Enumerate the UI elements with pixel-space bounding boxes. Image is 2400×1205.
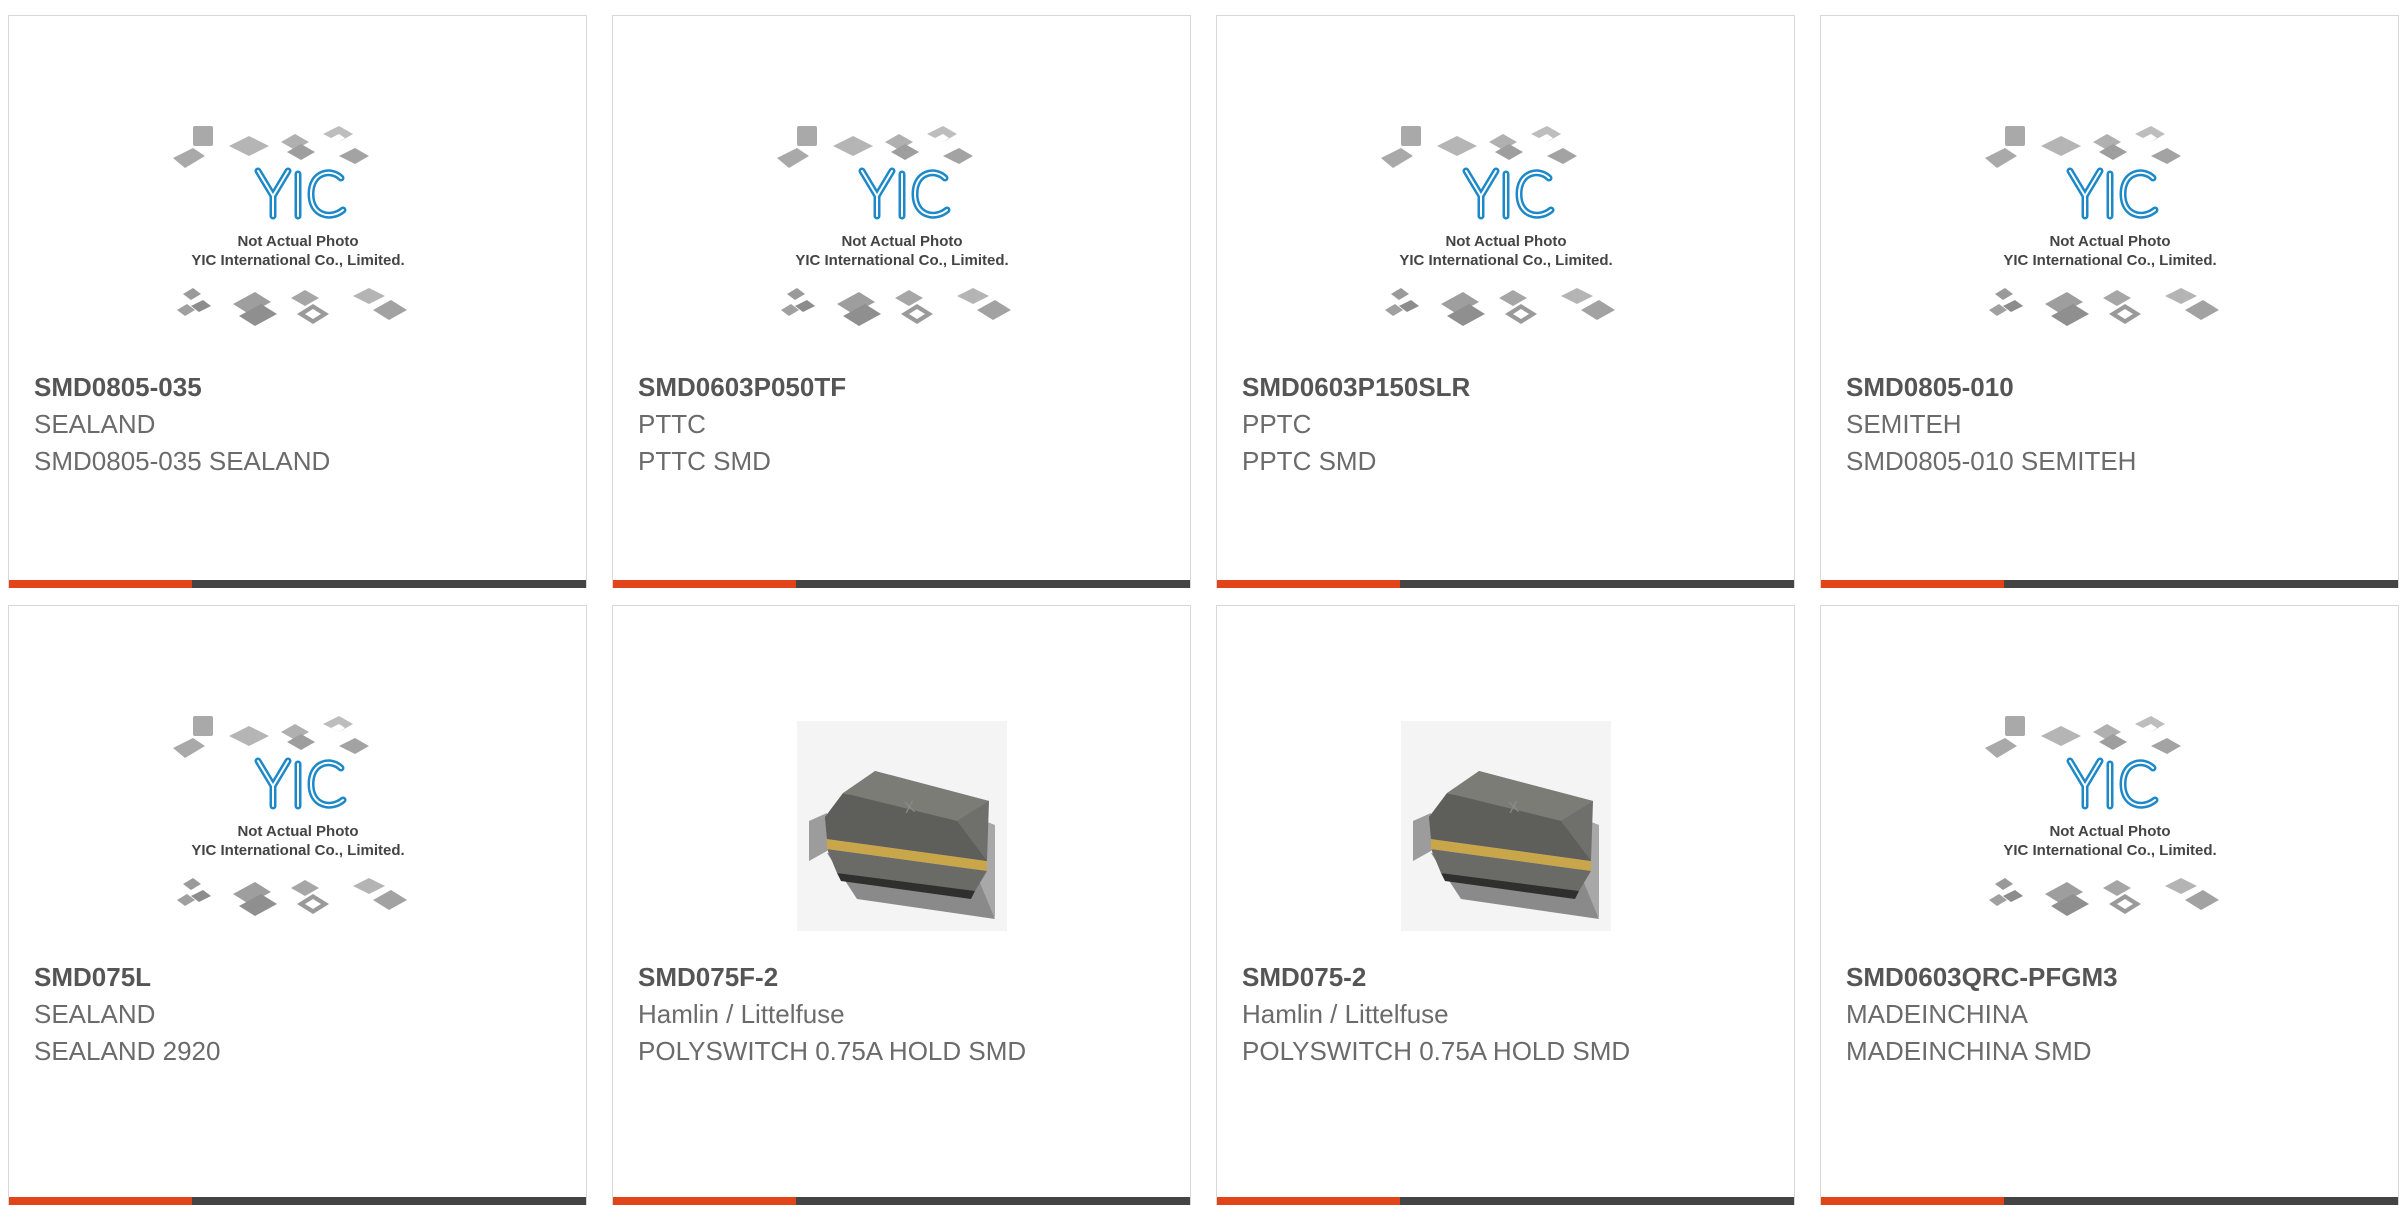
placeholder-caption: Not Actual Photo [841,233,962,250]
part-number[interactable]: SMD075-2 [1242,962,1366,993]
placeholder-caption: Not Actual Photo [1445,233,1566,250]
placeholder-company: YIC International Co., Limited. [795,252,1008,269]
manufacturer: SEMITEH [1846,409,1962,439]
polyswitch-chip-icon: X [1400,721,1611,931]
placeholder-icon: Not Actual Photo YIC International Co., … [1984,126,2219,326]
manufacturer: MADEINCHINA [1846,999,2029,1029]
accent-stripe [1217,1197,1400,1205]
product-image[interactable]: Not Actual Photo YIC International Co., … [9,696,586,956]
dark-stripe [796,580,1190,588]
description: POLYSWITCH 0.75A HOLD SMD [638,1036,1027,1066]
product-card[interactable]: X SMD075F-2 Hamlin / Littelfuse POLYSWITCH… [612,605,1191,1205]
manufacturer: PTTC [638,409,706,439]
product-card[interactable]: Not Actual Photo YIC International Co., … [8,15,587,588]
placeholder-caption: Not Actual Photo [237,233,358,250]
placeholder-company: YIC International Co., Limited. [191,842,404,859]
product-card[interactable]: Not Actual Photo YIC International Co., … [612,15,1191,588]
card-bottom-bar [1217,1197,1794,1205]
card-bottom-bar [9,1197,586,1205]
part-number[interactable]: SMD075L [34,962,151,993]
placeholder-icon: Not Actual Photo YIC International Co., … [172,716,407,916]
description: SEALAND 2920 [34,1036,221,1066]
manufacturer: PPTC [1242,409,1312,439]
dark-stripe [1400,1197,1794,1205]
card-bottom-bar [613,1197,1190,1205]
manufacturer: Hamlin / Littelfuse [1242,999,1449,1029]
placeholder-icon: Not Actual Photo YIC International Co., … [776,126,1011,326]
card-bottom-bar [1217,580,1794,588]
dark-stripe [2004,1197,2398,1205]
description: MADEINCHINA SMD [1846,1036,2092,1066]
placeholder-company: YIC International Co., Limited. [2003,842,2216,859]
product-image[interactable]: X [613,696,1190,956]
accent-stripe [1217,580,1400,588]
placeholder-caption: Not Actual Photo [2049,823,2170,840]
accent-stripe [1821,580,2004,588]
card-bottom-bar [1821,580,2398,588]
part-number[interactable]: SMD0805-035 [34,372,202,403]
card-bottom-bar [613,580,1190,588]
description: PTTC SMD [638,446,771,476]
placeholder-icon: Not Actual Photo YIC International Co., … [1984,716,2219,916]
product-card[interactable]: Not Actual Photo YIC International Co., … [1820,605,2399,1205]
product-card[interactable]: X SMD075-2 Hamlin / Littelfuse POLYSWITCH … [1216,605,1795,1205]
product-card[interactable]: Not Actual Photo YIC International Co., … [1820,15,2399,588]
manufacturer: SEALAND [34,999,156,1029]
part-number[interactable]: SMD0805-010 [1846,372,2014,403]
placeholder-caption: Not Actual Photo [237,823,358,840]
description: POLYSWITCH 0.75A HOLD SMD [1242,1036,1631,1066]
description: SMD0805-035 SEALAND [34,446,331,476]
dark-stripe [1400,580,1794,588]
manufacturer: Hamlin / Littelfuse [638,999,845,1029]
accent-stripe [9,580,192,588]
product-image[interactable]: Not Actual Photo YIC International Co., … [1821,106,2398,366]
part-number[interactable]: SMD075F-2 [638,962,778,993]
product-image[interactable]: Not Actual Photo YIC International Co., … [1821,696,2398,956]
part-number[interactable]: SMD0603P050TF [638,372,846,403]
manufacturer: SEALAND [34,409,156,439]
description: PPTC SMD [1242,446,1377,476]
placeholder-company: YIC International Co., Limited. [2003,252,2216,269]
placeholder-company: YIC International Co., Limited. [1399,252,1612,269]
placeholder-caption: Not Actual Photo [2049,233,2170,250]
product-image[interactable]: X [1217,696,1794,956]
product-image[interactable]: Not Actual Photo YIC International Co., … [613,106,1190,366]
dark-stripe [2004,580,2398,588]
part-number[interactable]: SMD0603QRC-PFGM3 [1846,962,2118,993]
card-bottom-bar [1821,1197,2398,1205]
product-image[interactable]: Not Actual Photo YIC International Co., … [9,106,586,366]
polyswitch-chip-icon: X [796,721,1007,931]
part-number[interactable]: SMD0603P150SLR [1242,372,1470,403]
product-card[interactable]: Not Actual Photo YIC International Co., … [8,605,587,1205]
dark-stripe [192,1197,586,1205]
accent-stripe [9,1197,192,1205]
accent-stripe [1821,1197,2004,1205]
placeholder-icon: Not Actual Photo YIC International Co., … [1380,126,1615,326]
card-bottom-bar [9,580,586,588]
product-image[interactable]: Not Actual Photo YIC International Co., … [1217,106,1794,366]
dark-stripe [192,580,586,588]
product-card[interactable]: Not Actual Photo YIC International Co., … [1216,15,1795,588]
accent-stripe [613,1197,796,1205]
placeholder-company: YIC International Co., Limited. [191,252,404,269]
description: SMD0805-010 SEMITEH [1846,446,2137,476]
placeholder-icon: Not Actual Photo YIC International Co., … [172,126,407,326]
accent-stripe [613,580,796,588]
dark-stripe [796,1197,1190,1205]
